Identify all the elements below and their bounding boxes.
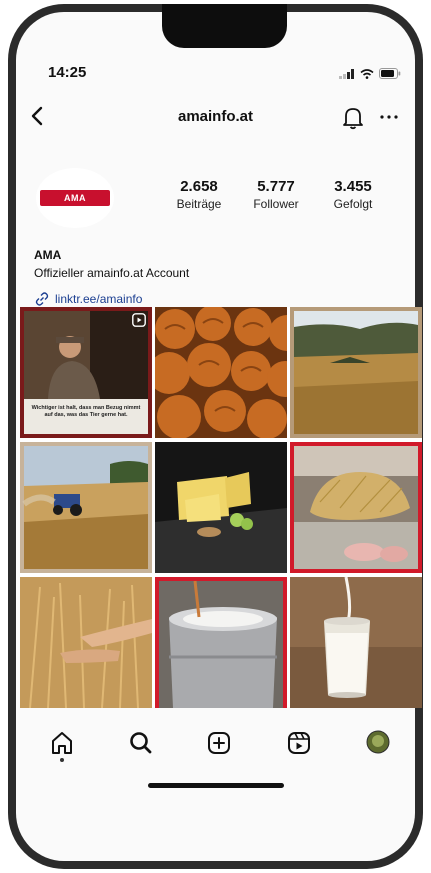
reels-icon [288, 732, 310, 754]
stat-following[interactable]: 3.455 Gefolgt [313, 178, 393, 211]
post-tile[interactable] [20, 577, 152, 708]
stat-value: 2.658 [180, 178, 218, 195]
post-image [290, 577, 422, 708]
stat-value: 3.455 [334, 178, 372, 195]
stat-label: Gefolgt [333, 197, 373, 211]
post-tile[interactable] [290, 307, 422, 438]
profile-link-text: linktr.ee/amainfo [55, 292, 143, 306]
active-indicator-dot [60, 758, 64, 762]
post-tile[interactable] [155, 577, 287, 708]
stat-value: 5.777 [257, 178, 295, 195]
nav-search[interactable] [128, 730, 158, 760]
status-time: 14:25 [48, 64, 87, 81]
profile-username: amainfo.at [177, 108, 253, 125]
more-options-button[interactable] [378, 106, 400, 128]
post-grid: Wichtiger ist halt, dass man Bezug nimmt… [20, 307, 422, 708]
logo-text: AMA [64, 193, 86, 203]
ama-logo: AMA [40, 190, 110, 206]
status-icons [339, 68, 401, 79]
post-tile[interactable] [155, 442, 287, 573]
stat-followers[interactable]: 5.777 Follower [236, 178, 316, 211]
notch [162, 4, 287, 48]
post-tile[interactable] [20, 442, 152, 573]
profile-name: AMA [34, 248, 62, 262]
nav-home[interactable] [49, 730, 79, 760]
post-caption: Wichtiger ist halt, dass man Bezug nimmt… [31, 405, 141, 418]
home-icon [52, 732, 72, 754]
home-indicator[interactable] [148, 783, 284, 788]
post-tile[interactable] [290, 577, 422, 708]
nav-reels[interactable] [286, 730, 316, 760]
profile-link[interactable]: linktr.ee/amainfo [34, 291, 142, 307]
link-icon [35, 292, 49, 306]
nav-profile[interactable] [366, 730, 396, 760]
create-icon [208, 732, 230, 754]
reel-icon [132, 313, 146, 327]
post-image [155, 442, 287, 573]
post-image [155, 577, 287, 708]
profile-icon [366, 730, 390, 754]
post-image [290, 307, 422, 438]
stat-label: Follower [253, 197, 299, 211]
post-image [155, 307, 287, 438]
stat-label: Beiträge [176, 197, 222, 211]
post-image [290, 442, 422, 573]
nav-create[interactable] [206, 730, 236, 760]
post-image [20, 577, 152, 708]
post-image [20, 442, 152, 573]
battery-icon [379, 68, 401, 79]
signal-icon [339, 68, 354, 79]
bell-icon [343, 108, 363, 130]
post-tile[interactable]: Wichtiger ist halt, dass man Bezug nimmt… [20, 307, 152, 438]
stat-posts[interactable]: 2.658 Beiträge [159, 178, 239, 211]
post-tile[interactable] [290, 442, 422, 573]
wifi-icon [360, 68, 374, 79]
search-icon [130, 732, 152, 754]
post-tile[interactable] [155, 307, 287, 438]
notifications-button[interactable] [342, 106, 364, 130]
ellipsis-icon [380, 115, 398, 119]
profile-bio: Offizieller amainfo.at Account [34, 266, 190, 280]
avatar[interactable]: AMA [36, 168, 114, 228]
